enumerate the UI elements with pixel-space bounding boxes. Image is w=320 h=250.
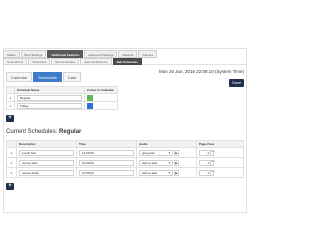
top-tab-status[interactable]: Status xyxy=(3,50,20,58)
audio-select[interactable]: bell-no.wav ▼ xyxy=(139,159,173,166)
sub-tab-schedules[interactable]: Schedules xyxy=(28,58,51,65)
time-field[interactable]: 10:00:00 xyxy=(79,159,134,166)
delete-icon[interactable]: × xyxy=(6,147,17,158)
description-field[interactable]: Lunch bell xyxy=(19,149,74,156)
table-row: × Friday xyxy=(6,101,118,110)
description-field[interactable]: recess finish xyxy=(19,169,74,176)
sub-tab-bell-schedules[interactable]: Bell Schedules xyxy=(112,58,142,65)
table-row: × recess start 10:00:00 bell-no.wav ▼ ▶ 1… xyxy=(6,157,244,168)
col-time: Time xyxy=(76,140,137,148)
current-schedule-name: Regular xyxy=(59,129,82,135)
chevron-down-icon: ▼ xyxy=(168,170,171,175)
current-schedule-heading: Current Schedules: Regular xyxy=(6,129,81,135)
col-schedule-name: Schedule Name xyxy=(14,86,85,94)
time-field[interactable]: 12:00:00 xyxy=(79,149,134,156)
delete-icon[interactable]: × xyxy=(6,157,17,168)
col-page-zone: Page Zone xyxy=(196,140,244,148)
colour-swatch[interactable] xyxy=(87,102,93,109)
col-delete xyxy=(6,86,15,94)
delete-icon[interactable]: × xyxy=(6,93,15,102)
top-tab-advanced-settings[interactable]: Advanced Settings xyxy=(84,50,118,58)
time-field[interactable]: 10:30:00 xyxy=(79,169,134,176)
delete-icon[interactable]: × xyxy=(6,167,17,178)
sub-tab-smartphone[interactable]: Smartphone xyxy=(3,58,28,65)
add-schedule-button[interactable]: + xyxy=(6,115,14,122)
sub-tab-bar: Smartphone Schedules Bell Schedules Aler… xyxy=(3,58,247,65)
top-tab-additional-features[interactable]: Additional Features xyxy=(47,50,84,58)
col-colour: Colour in Calendar xyxy=(84,86,118,94)
view-tabs: Calendar Schedules Data xyxy=(6,72,82,82)
chevron-down-icon: ▼ xyxy=(168,160,171,165)
play-icon[interactable]: ▶ xyxy=(174,149,179,156)
play-icon[interactable]: ▶ xyxy=(174,169,179,176)
play-icon[interactable]: ▶ xyxy=(174,159,179,166)
top-tab-network[interactable]: Network xyxy=(118,50,138,58)
spinner-arrows-icon[interactable]: ▲▼ xyxy=(211,149,215,156)
save-button[interactable]: Save xyxy=(229,79,244,87)
top-tab-bar: Status Boot Settings Additional Features… xyxy=(3,50,158,58)
table-row: × Regular xyxy=(6,93,118,102)
col-audio: Audio xyxy=(136,140,197,148)
add-item-button[interactable]: + xyxy=(6,183,14,190)
schedule-items-table: Description Time Audio Page Zone × Lunch… xyxy=(6,140,244,178)
top-tab-boot-settings[interactable]: Boot Settings xyxy=(20,50,47,58)
schedules-table: Schedule Name Colour in Calendar × Regul… xyxy=(6,86,118,110)
page-zone-field[interactable]: 1 xyxy=(199,149,211,156)
audio-select[interactable]: bell-no.wav ▼ xyxy=(139,169,173,176)
current-schedule-label: Current Schedules: xyxy=(6,129,58,135)
col-description: Description xyxy=(16,140,77,148)
sub-tab-alert-notifications[interactable]: Alert Notifications xyxy=(80,58,112,65)
spinner-arrows-icon[interactable]: ▲▼ xyxy=(211,169,215,176)
chevron-down-icon: ▼ xyxy=(168,150,171,155)
table-row: × recess finish 10:30:00 bell-no.wav ▼ ▶ … xyxy=(6,167,244,178)
tab-calendar[interactable]: Calendar xyxy=(6,72,33,82)
tab-schedules[interactable]: Schedules xyxy=(33,72,62,82)
system-datetime: Mon 20 Jun, 2016 22:08:10 (System Time) xyxy=(158,69,244,74)
schedule-name-field[interactable]: Regular xyxy=(17,94,82,101)
page-zone-field[interactable]: 1 xyxy=(199,159,211,166)
table-row: × Lunch bell 12:00:00 gong.wav ▼ ▶ 1 ▲▼ xyxy=(6,147,244,158)
sub-tab-bell-schedules-a[interactable]: Bell Schedules xyxy=(51,58,80,65)
colour-swatch[interactable] xyxy=(87,94,93,101)
audio-select[interactable]: gong.wav ▼ xyxy=(139,149,173,156)
schedule-name-field[interactable]: Friday xyxy=(17,102,82,109)
col-delete xyxy=(6,140,17,148)
tab-data[interactable]: Data xyxy=(62,72,82,82)
top-tab-camera[interactable]: Camera xyxy=(138,50,158,58)
delete-icon[interactable]: × xyxy=(6,101,15,110)
spinner-arrows-icon[interactable]: ▲▼ xyxy=(211,159,215,166)
page-zone-field[interactable]: 1 xyxy=(199,169,211,176)
description-field[interactable]: recess start xyxy=(19,159,74,166)
